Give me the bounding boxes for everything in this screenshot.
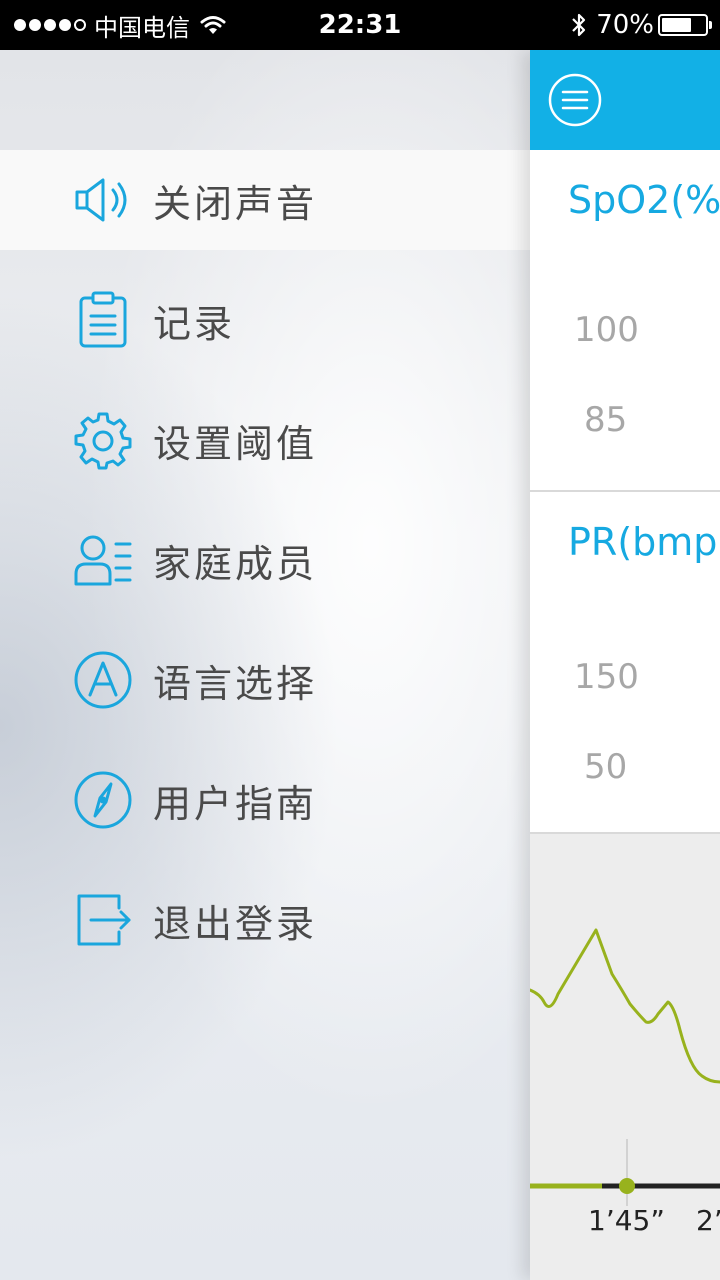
menu-item-mute-sound[interactable]: 关闭声音 [0,150,530,250]
speaker-icon [73,170,133,230]
menu-item-logout[interactable]: 退出登录 [0,870,530,970]
waveform-line [530,928,720,1084]
drawer-header [0,50,530,150]
menu-item-label: 家庭成员 [153,541,318,586]
logout-icon [73,890,133,950]
pr-title: PR(bmp [568,520,718,564]
menu-toggle-icon[interactable] [548,73,602,127]
timeline-label: 1’45” [588,1204,665,1237]
spo2-title: SpO2(% [568,178,720,222]
menu-item-label: 记录 [153,301,236,346]
pr-lower-limit: 50 [584,747,628,787]
monitor-panel: SpO2(% 100 85 PR(bmp 150 50 1’45” 2’ [530,50,720,1280]
clipboard-icon [73,290,133,350]
pr-upper-limit: 150 [574,657,639,697]
battery-icon [658,14,712,36]
menu-item-label: 关闭声音 [153,181,318,226]
battery-level-fill [662,18,692,32]
signal-strength-icon [14,19,86,31]
menu-item-label: 语言选择 [153,661,318,706]
wifi-icon [200,16,226,34]
carrier-name: 中国电信 [94,13,190,42]
menu-item-set-threshold[interactable]: 设置阈值 [0,390,530,490]
menu-item-label: 设置阈值 [153,421,318,466]
spo2-lower-limit: 85 [584,400,628,440]
menu-item-user-guide[interactable]: 用户指南 [0,750,530,850]
battery-percentage: 70% [596,10,654,40]
menu-item-label: 用户指南 [153,781,318,826]
side-drawer: 关闭声音 记录 设置阈值 家庭成员 语言选择 用户指南 退出登录 [0,50,530,1280]
spo2-card[interactable]: SpO2(% 100 85 [530,150,720,492]
menu-item-language[interactable]: 语言选择 [0,630,530,730]
waveform-graph[interactable]: 1’45” 2’ [530,834,720,1280]
timeline-label: 2’ [696,1204,720,1237]
compass-icon [73,770,133,830]
menu-item-records[interactable]: 记录 [0,270,530,370]
top-bar [530,50,720,150]
gear-icon [73,410,133,470]
menu-item-label: 退出登录 [153,901,318,946]
family-members-icon [73,530,133,590]
bluetooth-icon [572,13,586,37]
language-icon [73,650,133,710]
menu-item-family-members[interactable]: 家庭成员 [0,510,530,610]
pr-card[interactable]: PR(bmp 150 50 [530,492,720,834]
timeline-scrubber-handle[interactable] [619,1178,635,1194]
status-bar: 中国电信 22:31 70% [0,0,720,50]
spo2-upper-limit: 100 [574,310,639,350]
